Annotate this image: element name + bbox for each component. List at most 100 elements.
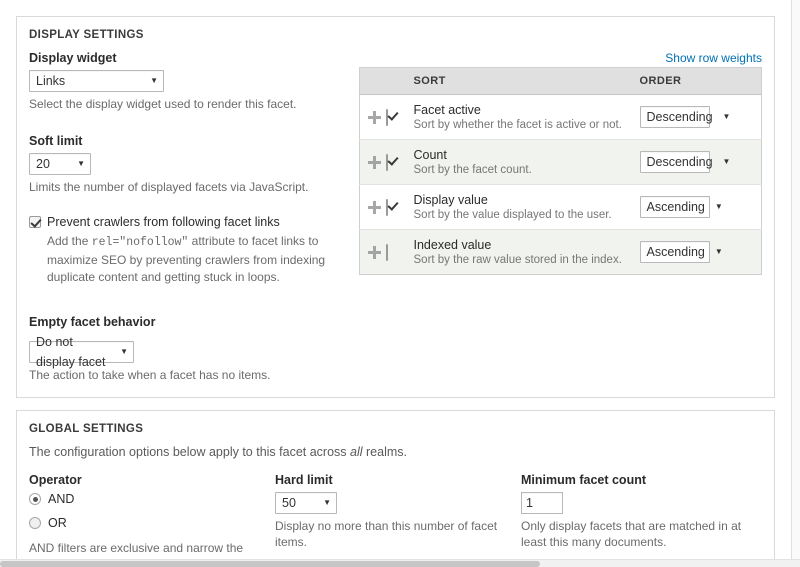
prevent-crawlers-checkbox[interactable] <box>29 216 41 229</box>
global-settings-fieldset: GLOBAL SETTINGS The configuration option… <box>16 410 775 560</box>
global-desc-pre: The configuration options below apply to… <box>29 445 351 460</box>
table-row: Indexed value Sort by the raw value stor… <box>359 229 762 275</box>
display-settings-legend: DISPLAY SETTINGS <box>29 29 144 41</box>
sort-table-header-row: SORT ORDER <box>359 67 762 95</box>
row-drag-cell[interactable] <box>360 95 382 140</box>
prevent-crawlers-description: Add the rel="nofollow" attribute to face… <box>47 233 349 286</box>
row-enable-cell[interactable] <box>382 95 406 140</box>
operator-radio-or[interactable] <box>29 517 41 530</box>
sort-description: Sort by whether the facet is active or n… <box>413 119 622 131</box>
prevent-crawlers-label: Prevent crawlers from following facet li… <box>47 215 280 230</box>
display-settings-body: Display widget Links ▼ Select the displa… <box>29 51 762 383</box>
sort-name: Facet active <box>413 103 481 117</box>
global-column-limits: Hard limit 50 ▼ Display no more than thi… <box>275 473 521 560</box>
drag-handle-icon[interactable] <box>368 245 381 259</box>
row-drag-cell[interactable] <box>359 139 382 185</box>
row-order-cell: Descending ▼ <box>631 139 762 185</box>
global-desc-post: realms. <box>362 445 407 460</box>
column-header-order: ORDER <box>631 67 762 95</box>
row-sort-cell: Facet active Sort by whether the facet i… <box>406 95 632 140</box>
horizontal-scrollbar-thumb[interactable] <box>0 561 540 567</box>
table-row: Count Sort by the facet count. Descendin… <box>359 139 762 185</box>
column-header-handle <box>359 67 382 95</box>
display-settings-fieldset: DISPLAY SETTINGS Display widget Links ▼ … <box>16 16 775 399</box>
sort-table: SORT ORDER Facet active Sort by whether … <box>359 67 762 275</box>
display-widget-description: Select the display widget used to render… <box>29 97 297 111</box>
sort-order-select[interactable]: Ascending ▼ <box>639 196 723 218</box>
sort-enabled-checkbox[interactable] <box>385 153 388 171</box>
row-sort-cell: Count Sort by the facet count. <box>405 139 632 185</box>
hard-limit-description: Display no more than this number of face… <box>275 519 498 550</box>
min-count-input[interactable] <box>521 492 563 515</box>
operator-description: AND filters are exclusive and narrow the… <box>29 541 244 560</box>
sort-name: Count <box>413 148 447 162</box>
row-order-cell: Ascending ▼ <box>631 229 762 275</box>
page-root: DISPLAY SETTINGS Display widget Links ▼ … <box>0 0 800 567</box>
sort-enabled-checkbox[interactable] <box>385 198 388 216</box>
sort-order-select[interactable]: Descending ▼ <box>639 151 730 173</box>
display-widget-item: Display widget Links ▼ Select the displa… <box>29 51 349 112</box>
hard-limit-select[interactable]: 50 ▼ <box>275 492 337 515</box>
hard-limit-item: Hard limit 50 ▼ Display no more than thi… <box>275 473 505 550</box>
vertical-scrollbar[interactable] <box>792 0 800 560</box>
drag-handle-icon[interactable] <box>368 200 381 214</box>
display-widget-label: Display widget <box>29 51 117 65</box>
row-enable-cell[interactable] <box>381 184 406 230</box>
chevron-down-icon: ▼ <box>150 76 158 85</box>
prevent-crawlers-desc-before: Add the <box>47 234 92 249</box>
show-row-weights-link[interactable]: Show row weights <box>665 51 762 65</box>
display-widget-select[interactable]: Links ▼ <box>29 70 164 92</box>
global-settings-legend: GLOBAL SETTINGS <box>29 423 144 436</box>
nofollow-code: rel="nofollow" <box>91 236 189 250</box>
sort-order-value: Ascending <box>646 245 705 259</box>
soft-limit-value: 20 <box>36 157 50 172</box>
chevron-down-icon: ▼ <box>77 159 85 169</box>
row-sort-cell: Indexed value Sort by the raw value stor… <box>405 229 632 275</box>
row-enable-cell[interactable] <box>381 139 406 185</box>
drag-handle-icon[interactable] <box>368 110 381 124</box>
row-drag-cell[interactable] <box>359 184 382 230</box>
sort-order-value: Ascending <box>646 200 705 214</box>
sort-enabled-checkbox[interactable] <box>385 243 388 261</box>
global-settings-description: The configuration options below apply to… <box>29 445 762 459</box>
sort-enabled-checkbox[interactable] <box>385 108 388 126</box>
horizontal-scrollbar[interactable] <box>0 559 800 567</box>
sort-table-head: SORT ORDER <box>359 67 762 95</box>
prevent-crawlers-row[interactable]: Prevent crawlers from following facet li… <box>29 215 349 229</box>
operator-item: Operator AND OR AND filters are exclusiv… <box>29 473 259 560</box>
sort-description: Sort by the value displayed to the user. <box>413 209 612 221</box>
operator-option-and[interactable]: AND <box>29 492 259 506</box>
operator-label-and: AND <box>48 492 75 507</box>
row-sort-cell: Display value Sort by the value displaye… <box>405 184 632 230</box>
operator-label: Operator <box>29 473 82 488</box>
sort-order-select[interactable]: Ascending ▼ <box>639 241 723 263</box>
empty-behavior-value: Do not display facet <box>36 334 106 369</box>
operator-option-or[interactable]: OR <box>29 516 259 530</box>
form-inner: DISPLAY SETTINGS Display widget Links ▼ … <box>0 0 791 560</box>
drag-handle-icon[interactable] <box>368 155 381 169</box>
global-desc-emphasis: all <box>350 445 363 460</box>
display-settings-right-column: Show row weights SORT ORDER Facet active… <box>359 51 762 275</box>
empty-behavior-select[interactable]: Do not display facet ▼ <box>29 335 134 369</box>
sort-table-wrapper: Show row weights SORT ORDER Facet active… <box>359 51 762 275</box>
table-row: Facet active Sort by whether the facet i… <box>359 94 762 140</box>
soft-limit-label: Soft limit <box>29 134 83 149</box>
row-enable-cell[interactable] <box>381 229 406 275</box>
sort-name: Display value <box>413 193 488 207</box>
table-row: Display value Sort by the value displaye… <box>359 184 762 230</box>
chevron-down-icon: ▼ <box>722 112 731 121</box>
chevron-down-icon: ▼ <box>323 498 331 508</box>
sort-table-body: Facet active Sort by whether the facet i… <box>359 94 762 275</box>
chevron-down-icon: ▼ <box>714 202 723 211</box>
sort-description: Sort by the facet count. <box>413 164 532 176</box>
min-count-item: Minimum facet count Only display facets … <box>521 473 746 550</box>
operator-radio-and[interactable] <box>29 493 41 506</box>
soft-limit-description: Limits the number of displayed facets vi… <box>29 180 309 195</box>
row-order-cell: Ascending ▼ <box>631 184 762 230</box>
operator-label-or: OR <box>48 516 67 531</box>
row-drag-cell[interactable] <box>359 229 382 275</box>
soft-limit-select[interactable]: 20 ▼ <box>29 153 91 176</box>
sort-order-select[interactable]: Descending ▼ <box>639 106 730 128</box>
global-column-search: Minimum facet count Only display facets … <box>521 473 762 560</box>
min-count-label: Minimum facet count <box>521 473 647 488</box>
